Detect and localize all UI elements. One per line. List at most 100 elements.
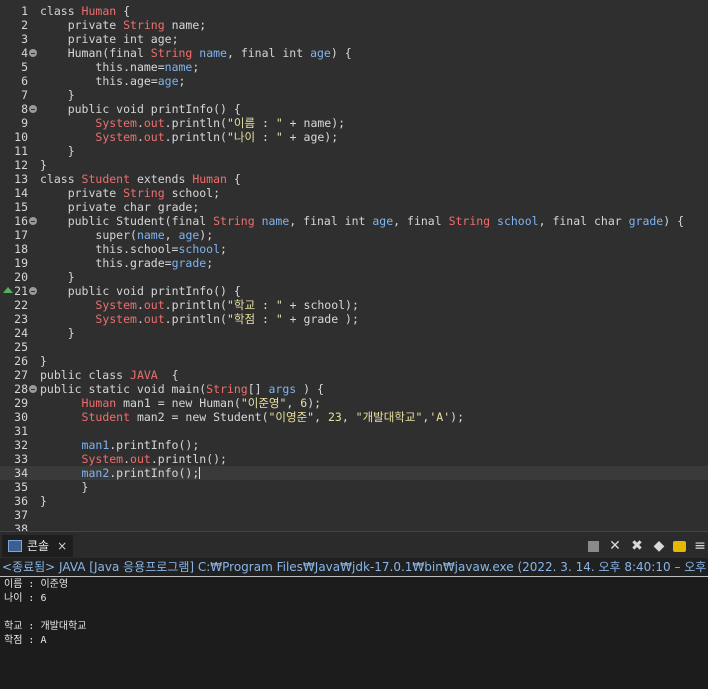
code-text: private String name; — [40, 18, 206, 32]
code-text: } — [40, 158, 47, 172]
code-token: ); — [450, 410, 464, 424]
console-output[interactable]: 이름 : 이준영 나이 : 6 학교 : 개발대학교 학점 : A — [0, 578, 708, 689]
code-line[interactable]: 38 — [0, 522, 708, 531]
code-token: ) { — [296, 382, 324, 396]
stop-icon[interactable] — [588, 540, 599, 552]
console-output-line: 이름 : 이준영 — [4, 579, 69, 590]
code-token: public static void — [40, 382, 165, 396]
code-line[interactable]: 22 System.out.println("학교 : " + school); — [0, 298, 708, 312]
code-token: age; — [143, 32, 179, 46]
fold-collapse-icon[interactable] — [29, 105, 37, 113]
code-token: final — [171, 214, 214, 228]
code-line[interactable]: 37 — [0, 508, 708, 522]
code-token: 23 — [327, 410, 342, 424]
code-token: System — [95, 312, 137, 326]
clear-console-icon[interactable]: ◆ — [651, 538, 667, 554]
code-token: + grade ); — [282, 312, 359, 326]
code-line[interactable]: 36} — [0, 494, 708, 508]
code-line[interactable]: 18 this.school=school; — [0, 242, 708, 256]
code-token: args — [268, 382, 297, 396]
code-line[interactable]: 5 this.name=name; — [0, 60, 708, 74]
code-text: public static void main(String[] args ) … — [40, 382, 324, 396]
code-text: private int age; — [40, 32, 179, 46]
code-line[interactable]: 9 System.out.println("이름 : " + name); — [0, 116, 708, 130]
scroll-lock-icon[interactable] — [673, 540, 686, 552]
line-number: 35 — [14, 480, 28, 494]
code-token: age — [157, 74, 179, 88]
code-token: JAVA — [130, 368, 158, 382]
code-line[interactable]: 6 this.age=age; — [0, 74, 708, 88]
line-number: 27 — [14, 368, 28, 382]
code-line[interactable]: 20 } — [0, 270, 708, 284]
code-line[interactable]: 2 private String name; — [0, 18, 708, 32]
code-line[interactable]: 21 public void printInfo() { — [0, 284, 708, 298]
fold-collapse-icon[interactable] — [29, 217, 37, 225]
code-line[interactable]: 29 Human man1 = new Human("이준영", 6); — [0, 396, 708, 410]
fold-collapse-icon[interactable] — [29, 49, 37, 57]
code-line[interactable]: 28 public static void main(String[] args … — [0, 382, 708, 396]
code-token: grade — [171, 256, 207, 270]
code-editor[interactable]: 1 class Human {2 private String name; 3 pr… — [0, 0, 708, 531]
close-icon[interactable]: × — [57, 535, 67, 557]
code-token: class — [40, 4, 82, 18]
code-line[interactable]: 7 } — [0, 88, 708, 102]
code-token: Human( — [192, 396, 241, 410]
code-token: man2 = — [130, 410, 186, 424]
code-token: out — [143, 298, 165, 312]
code-line[interactable]: 1 class Human { — [0, 4, 708, 18]
code-line[interactable]: 30 Student man2 = new Student("이영준", 23,… — [0, 410, 708, 424]
code-token: + name); — [282, 116, 346, 130]
code-line[interactable]: 3 private int age; — [0, 32, 708, 46]
code-line[interactable]: 13 class Student extends Human { — [0, 172, 708, 186]
line-number: 8 — [21, 102, 28, 116]
code-token: .grade= — [123, 256, 172, 270]
code-line[interactable]: 23 System.out.println("학점 : " + grade ); — [0, 312, 708, 326]
code-line[interactable]: 27 public class JAVA { — [0, 368, 708, 382]
code-line[interactable]: 17 super(name, age); — [0, 228, 708, 242]
code-token: , — [164, 228, 179, 242]
code-token: } — [40, 88, 75, 102]
fold-collapse-icon[interactable] — [29, 385, 37, 393]
line-number: 16 — [14, 214, 28, 228]
code-line[interactable]: 31 — [0, 424, 708, 438]
code-line[interactable]: 34 man2.printInfo(); — [0, 466, 708, 480]
code-text: private String school; — [40, 186, 220, 200]
fold-collapse-icon[interactable] — [29, 287, 37, 295]
remove-all-icon[interactable]: ✖ — [629, 538, 645, 554]
line-number: 24 — [14, 326, 28, 340]
code-line[interactable]: 19 this.grade=grade; — [0, 256, 708, 270]
code-token: Human — [81, 4, 117, 18]
code-line[interactable]: 11 } — [0, 144, 708, 158]
code-token: .name= — [123, 60, 165, 74]
code-token: this — [95, 256, 124, 270]
code-line[interactable]: 8 public void printInfo() { — [0, 102, 708, 116]
code-line[interactable]: 33 System.out.println(); — [0, 452, 708, 466]
code-token: public — [67, 214, 110, 228]
code-token: name; — [164, 18, 207, 32]
code-line[interactable]: 16 public Student(final String name, fin… — [0, 214, 708, 228]
code-token: ; — [178, 74, 186, 88]
line-number: 6 — [21, 74, 28, 88]
code-line[interactable]: 35 } — [0, 480, 708, 494]
code-line[interactable]: 4 Human(final String name, final int age… — [0, 46, 708, 60]
code-token: String — [123, 18, 165, 32]
code-token: String — [213, 214, 255, 228]
line-number: 9 — [21, 116, 28, 130]
code-token: .printInfo(); — [109, 438, 200, 452]
code-line[interactable]: 26} — [0, 354, 708, 368]
remove-launch-icon[interactable]: ✕ — [607, 538, 623, 554]
code-line[interactable]: 14 private String school; — [0, 186, 708, 200]
code-line[interactable]: 25 — [0, 340, 708, 354]
code-line[interactable]: 12} — [0, 158, 708, 172]
tab-console[interactable]: 콘솔 × — [2, 535, 74, 557]
code-token: "이준영" — [240, 396, 287, 410]
code-token: System — [81, 452, 124, 466]
code-line[interactable]: 32 man1.printInfo(); — [0, 438, 708, 452]
word-wrap-icon[interactable]: ≡ — [692, 538, 708, 554]
code-line[interactable]: 10 System.out.println("나이 : " + age); — [0, 130, 708, 144]
code-line[interactable]: 24 } — [0, 326, 708, 340]
code-line[interactable]: 15 private char grade; — [0, 200, 708, 214]
